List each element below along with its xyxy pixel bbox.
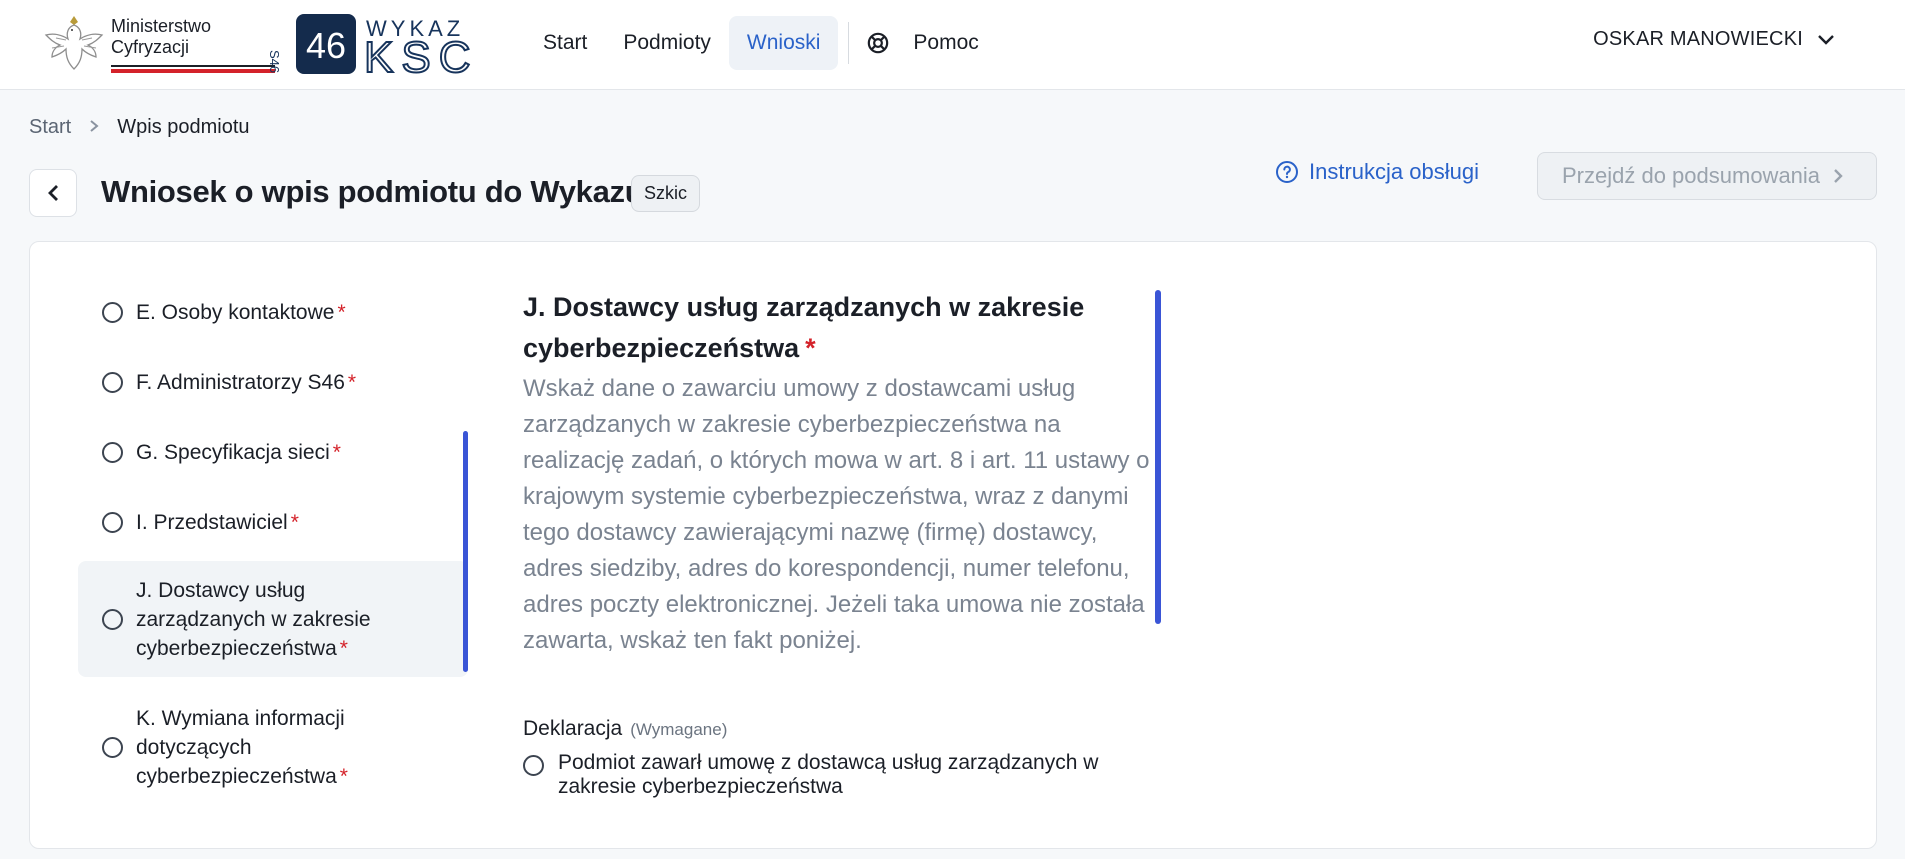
section-content: J. Dostawcy usług zarządzanych w zakresi… [523,287,1163,807]
step-k[interactable]: K. Wymiana informacji dotyczących cyberb… [78,677,468,817]
ministry-name-line2: Cyfryzacji [111,37,190,57]
step-j-active[interactable]: J. Dostawcy usług zarządzanych w zakresi… [78,561,468,677]
step-label: G. Specyfikacja sieci * [136,438,341,467]
step-label-text: G. Specyfikacja sieci [136,440,330,464]
top-navigation-bar: Ministerstwo Cyfryzacji S46 46 WYKAZ KSC… [0,0,1905,90]
step-radio-icon [102,371,123,393]
step-radio-icon [102,301,123,323]
go-to-summary-label: Przejdź do podsumowania [1562,163,1821,188]
ministry-name-line1: Ministerstwo [111,16,212,36]
step-g[interactable]: G. Specyfikacja sieci * [78,417,468,487]
nav-item-podmioty[interactable]: Podmioty [605,16,729,70]
required-marker: * [347,370,357,394]
breadcrumb-current: Wpis podmiotu [117,116,250,138]
step-label-text: J. Dostawcy usług zarządzanych w zakresi… [136,578,371,660]
content-scrollbar[interactable] [1155,290,1161,624]
required-marker: * [290,510,299,534]
nav-item-wnioski[interactable]: Wnioski [728,16,839,70]
section-title: J. Dostawcy usług zarządzanych w zakresi… [523,287,1163,369]
required-marker: * [339,636,348,660]
step-label-text: E. Osoby kontaktowe [136,300,335,324]
flag-stripe-red [111,69,275,73]
wykaz-ksc-logo[interactable]: S46 46 WYKAZ KSC [267,12,508,83]
flag-stripe-white [111,65,275,67]
section-title-text: J. Dostawcy usług zarządzanych w zakresi… [523,292,1085,363]
step-i[interactable]: I. Przedstawiciel * [78,487,468,557]
back-button[interactable] [29,169,77,217]
declaration-label-text: Deklaracja [523,717,623,740]
radio-icon[interactable] [523,755,544,776]
required-marker: * [339,764,348,788]
form-card: E. Osoby kontaktowe * F. Administratorzy … [29,241,1877,849]
user-menu[interactable]: OSKAR MANOWIECKI [1593,28,1835,51]
ministry-name: Ministerstwo Cyfryzacji [111,16,211,58]
svg-text:46: 46 [306,25,346,66]
stepper-scrollbar[interactable] [463,431,468,672]
declaration-option-label: Podmiot zawarł umowę z dostawcą usług za… [558,751,1099,798]
instructions-link-label: Instrukcja obsługi [1309,159,1479,184]
section-description: Wskaż dane o zawarciu umowy z dostawcami… [523,375,1150,654]
nav-divider [848,22,850,64]
wykaz-ksc-logo-icon: S46 46 WYKAZ KSC [267,14,478,83]
required-marker: * [332,440,341,464]
chevron-left-icon [48,185,58,201]
step-radio-icon [102,511,123,533]
page-title: Wniosek o wpis podmiotu do Wykazu [101,174,644,209]
declaration-required-hint: (Wymagane) [630,720,728,739]
user-name: OSKAR MANOWIECKI [1593,28,1803,50]
nav-item-start[interactable]: Start [525,16,605,70]
svg-text:KSC: KSC [364,33,478,76]
step-label: I. Przedstawiciel * [136,508,299,537]
go-to-summary-button[interactable]: Przejdź do podsumowania [1537,152,1877,200]
step-label: K. Wymiana informacji dotyczących cyberb… [136,704,376,791]
step-radio-icon [102,441,123,463]
breadcrumb-start[interactable]: Start [29,116,71,139]
ministry-logo[interactable]: Ministerstwo Cyfryzacji [44,10,275,80]
step-label-text: I. Przedstawiciel [136,510,288,534]
step-e[interactable]: E. Osoby kontaktowe * [78,277,468,347]
section-stepper: E. Osoby kontaktowe * F. Administratorzy … [78,277,468,825]
svg-text:S46: S46 [268,50,282,73]
step-label-text: K. Wymiana informacji dotyczących cyberb… [136,706,345,788]
chevron-down-icon [1818,34,1834,45]
declaration-label: Deklaracja (Wymagane) [523,717,1163,741]
step-radio-icon [102,608,123,630]
instructions-link[interactable]: Instrukcja obsługi [1275,159,1479,185]
step-label: F. Administratorzy S46 * [136,368,356,397]
step-label: E. Osoby kontaktowe * [136,298,346,327]
step-label-text: F. Administratorzy S46 [136,370,345,394]
eagle-emblem-icon [44,16,104,70]
nav-item-pomoc[interactable]: Pomoc [859,31,986,55]
main-nav: Start Podmioty Wnioski Pomoc [525,16,987,70]
step-label: J. Dostawcy usług zarządzanych w zakresi… [136,576,396,663]
required-marker: * [337,300,346,324]
lifebuoy-icon [868,32,889,54]
step-f[interactable]: F. Administratorzy S46 * [78,347,468,417]
chevron-right-icon [1834,169,1843,183]
status-badge: Szkic [631,175,701,212]
nav-item-pomoc-label: Pomoc [913,31,979,54]
help-circle-icon [1276,161,1298,183]
breadcrumb: Start Wpis podmiotu [29,116,250,139]
declaration-option-contract-signed[interactable]: Podmiot zawarł umowę z dostawcą usług za… [523,751,1163,799]
step-radio-icon [102,736,123,758]
breadcrumb-separator-icon [89,116,99,139]
required-marker: * [805,333,816,363]
